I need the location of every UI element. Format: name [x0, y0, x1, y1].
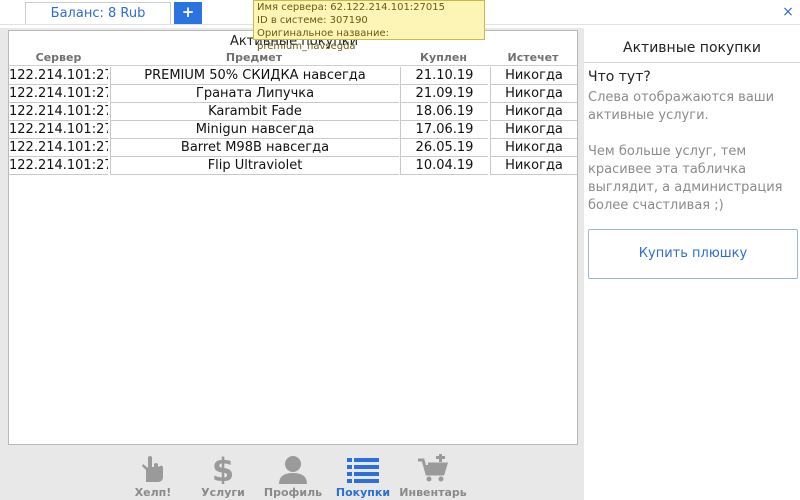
app-window: Баланс: 8 Rub + × Активные покупки Серве… — [0, 0, 800, 500]
cart-plus-icon — [398, 453, 468, 484]
dollar-icon: $ — [188, 451, 258, 489]
nav-label-services: Услуги — [201, 486, 245, 499]
main-panel: Активные покупки Сервер Предмет Куплен И… — [0, 28, 584, 500]
cell-item: Karambit Fade — [110, 103, 399, 121]
nav-inventory[interactable]: Инвентарь — [398, 450, 468, 500]
table-row[interactable]: 122.214.101:27015 Barret M98B навсегда 2… — [9, 139, 577, 157]
info-paragraph-2: Чем больше услуг, тем красивее эта табли… — [588, 144, 783, 213]
cell-server: 122.214.101:27015 — [9, 103, 108, 121]
header-divider — [9, 65, 577, 66]
cell-expires: Никогда — [490, 121, 577, 139]
table-row[interactable]: 122.214.101:27015 Minigun навсегда 17.06… — [9, 121, 577, 139]
cell-server: 122.214.101:27015 — [9, 85, 108, 103]
cell-server: 122.214.101:27015 — [9, 121, 108, 139]
column-header-bought[interactable]: Куплен — [400, 51, 487, 65]
table-row[interactable]: 122.214.101:27015 Граната Липучка 21.09.… — [9, 85, 577, 103]
purchases-table: Активные покупки Сервер Предмет Куплен И… — [8, 30, 578, 445]
user-icon — [258, 454, 328, 484]
nav-services[interactable]: $ Услуги — [188, 450, 258, 500]
cell-item: Flip Ultraviolet — [110, 157, 399, 175]
info-panel-divider — [584, 62, 800, 63]
svg-text:$: $ — [212, 454, 234, 484]
table-row[interactable]: 122.214.101:27015 Karambit Fade 18.06.19… — [9, 103, 577, 121]
cell-bought: 17.06.19 — [400, 121, 488, 139]
table-row[interactable]: 122.214.101:27015 Flip Ultraviolet 10.04… — [9, 157, 577, 175]
nav-help[interactable]: Хелп! — [118, 450, 188, 500]
nav-label-profile: Профиль — [263, 486, 323, 499]
balance-tab[interactable]: Баланс: 8 Rub — [25, 2, 171, 24]
cell-bought: 10.04.19 — [400, 157, 488, 175]
cell-server: 122.214.101:27015 — [9, 157, 108, 175]
info-paragraph-1: Слева отображаются ваши активные услуги. — [588, 90, 775, 123]
nav-profile[interactable]: Профиль — [258, 450, 328, 500]
cell-expires: Никогда — [490, 85, 577, 103]
cell-server: 122.214.101:27015 — [9, 67, 108, 85]
cell-bought: 18.06.19 — [400, 103, 488, 121]
cell-expires: Никогда — [490, 103, 577, 121]
tooltip-original-name: Оригинальное название: premium_navsegda — [257, 28, 389, 52]
hand-pointer-icon — [118, 454, 188, 484]
cell-item: Minigun навсегда — [110, 121, 399, 139]
list-icon — [328, 454, 398, 484]
buy-button[interactable]: Купить плюшку — [588, 229, 798, 279]
tooltip-server-name: Имя сервера: 62.122.214.101:27015 — [257, 2, 445, 13]
cell-bought: 21.10.19 — [400, 67, 488, 85]
info-panel: Активные покупки Что тут? Слева отобража… — [584, 28, 800, 500]
tooltip-system-id: ID в системе: 307190 — [257, 15, 368, 26]
close-button[interactable]: × — [780, 4, 796, 20]
cell-item: PREMIUM 50% СКИДКА навсегда — [110, 67, 399, 85]
table-row[interactable]: 122.214.101:27015 PREMIUM 50% СКИДКА нав… — [9, 67, 577, 85]
info-description: Слева отображаются ваши активные услуги.… — [588, 89, 793, 233]
column-header-item[interactable]: Предмет — [110, 51, 398, 65]
cell-item: Граната Липучка — [110, 85, 399, 103]
cell-item: Barret M98B навсегда — [110, 139, 399, 157]
column-header-expires[interactable]: Истечет — [490, 51, 576, 65]
nav-label-purchases: Покупки — [335, 486, 391, 499]
info-panel-title: Активные покупки — [623, 40, 761, 56]
cell-expires: Никогда — [490, 67, 577, 85]
column-header-server[interactable]: Сервер — [9, 51, 108, 65]
add-balance-button[interactable]: + — [174, 2, 202, 24]
cell-bought: 21.09.19 — [400, 85, 488, 103]
cell-expires: Никогда — [490, 139, 577, 157]
nav-label-inventory: Инвентарь — [399, 486, 467, 499]
cell-expires: Никогда — [490, 157, 577, 175]
cell-server: 122.214.101:27015 — [9, 139, 108, 157]
nav-purchases[interactable]: Покупки — [328, 450, 398, 500]
nav-label-help: Хелп! — [134, 486, 172, 499]
server-tooltip: Имя сервера: 62.122.214.101:27015 ID в с… — [253, 0, 485, 52]
bottom-nav: Хелп! $ Услуги Профиль Покупки Инвентарь — [0, 450, 584, 500]
info-question: Что тут? — [588, 69, 651, 85]
cell-bought: 26.05.19 — [400, 139, 488, 157]
